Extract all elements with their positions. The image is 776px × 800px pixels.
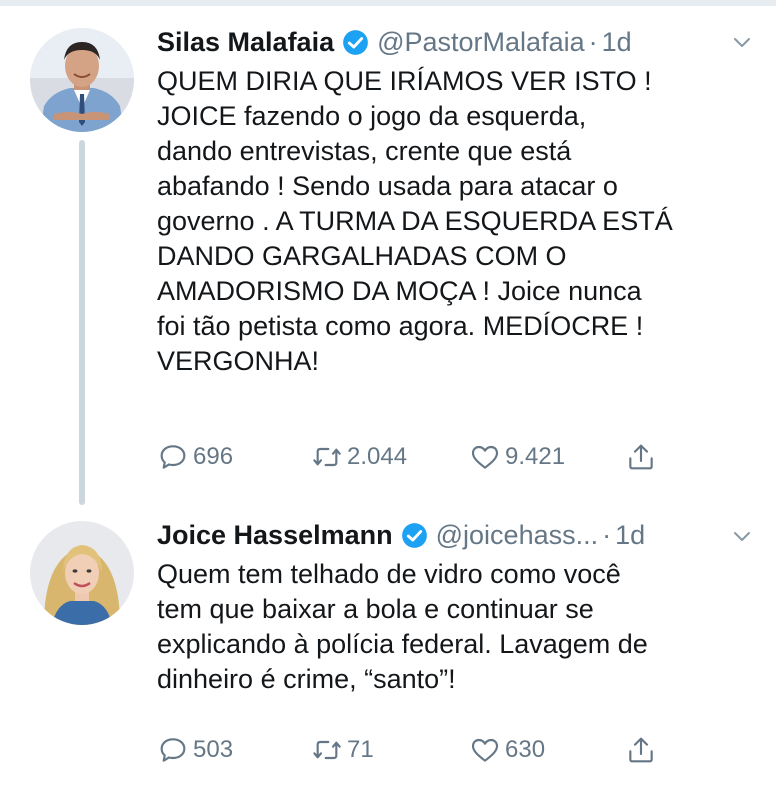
tweet-line: AMADORISMO DA MOÇA ! Joice nunca — [157, 276, 642, 306]
share-icon — [629, 444, 653, 470]
handle[interactable]: @joicehass... — [436, 520, 598, 551]
tweet-silas-malafaia[interactable]: Silas Malafaia @PastorMalafaia · 1d QUEM… — [0, 0, 776, 505]
reply-count: 503 — [193, 736, 234, 763]
timestamp[interactable]: 1d — [615, 520, 645, 551]
reply-button[interactable]: 696 — [157, 437, 233, 477]
retweet-count: 2.044 — [347, 443, 408, 470]
display-name[interactable]: Joice Hasselmann — [157, 520, 393, 551]
tweet-line: tem que baixar a bola e continuar se — [157, 594, 594, 624]
share-button[interactable] — [625, 437, 657, 477]
separator-dot: · — [588, 26, 598, 57]
tweet-text: Quem tem telhado de vidro como você tem … — [157, 557, 757, 697]
retweet-button[interactable]: 2.044 — [311, 437, 407, 477]
reply-count: 696 — [193, 443, 234, 470]
tweet-header: Silas Malafaia @PastorMalafaia · 1d — [157, 22, 632, 62]
like-icon — [471, 445, 499, 469]
display-name[interactable]: Silas Malafaia — [157, 27, 334, 58]
retweet-count: 71 — [347, 736, 374, 763]
like-count: 9.421 — [505, 443, 566, 470]
avatar[interactable] — [30, 521, 134, 625]
tweet-line: QUEM DIRIA QUE IRÍAMOS VER ISTO ! — [157, 66, 652, 96]
share-button[interactable] — [625, 730, 657, 770]
tweet-line: governo . A TURMA DA ESQUERDA ESTÁ — [157, 206, 673, 236]
retweet-icon — [313, 447, 341, 467]
tweet-header: Joice Hasselmann @joicehass... · 1d — [157, 515, 645, 555]
like-button[interactable]: 9.421 — [469, 437, 565, 477]
retweet-button[interactable]: 71 — [311, 730, 374, 770]
caret-down-icon[interactable] — [730, 524, 754, 548]
thread-line — [79, 140, 85, 505]
tweet-line: Quem tem telhado de vidro como você — [157, 559, 621, 589]
avatar[interactable] — [30, 28, 134, 132]
tweet-line: DANDO GARGALHADAS COM O — [157, 241, 567, 271]
reply-icon — [160, 445, 186, 469]
handle[interactable]: @PastorMalafaia — [377, 27, 585, 58]
reply-icon — [160, 738, 186, 762]
separator-dot: · — [602, 519, 612, 550]
tweet-actions: 696 2.044 9.421 — [157, 437, 757, 477]
tweet-line: foi tão petista como agora. MEDÍOCRE ! — [157, 311, 644, 341]
share-icon — [629, 737, 653, 763]
tweet-joice-hasselmann[interactable]: Joice Hasselmann @joicehass... · 1d Quem… — [0, 500, 776, 800]
verified-badge-icon — [342, 29, 369, 56]
reply-button[interactable]: 503 — [157, 730, 233, 770]
tweet-line: abafando ! Sendo usada para atacar o — [157, 171, 618, 201]
like-button[interactable]: 630 — [469, 730, 545, 770]
tweet-actions: 503 71 630 — [157, 730, 757, 770]
tweet-line: VERGONHA! — [157, 346, 320, 376]
tweet-line: JOICE fazendo o jogo da esquerda, — [157, 101, 587, 131]
tweet-text: QUEM DIRIA QUE IRÍAMOS VER ISTO ! JOICE … — [157, 64, 757, 379]
caret-down-icon[interactable] — [730, 30, 754, 54]
like-count: 630 — [505, 736, 546, 763]
tweet-line: dinheiro é crime, “santo”! — [157, 664, 456, 694]
retweet-icon — [313, 740, 341, 760]
timestamp[interactable]: 1d — [602, 27, 632, 58]
like-icon — [471, 738, 499, 762]
tweet-line: dando entrevistas, crente que está — [157, 136, 572, 166]
verified-badge-icon — [401, 522, 428, 549]
tweet-line: explicando à polícia federal. Lavagem de — [157, 629, 648, 659]
